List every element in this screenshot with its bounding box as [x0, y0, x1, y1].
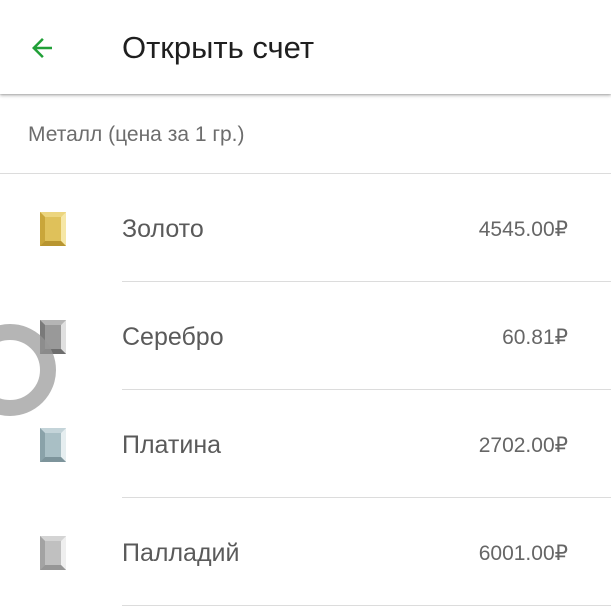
metal-price: 2702.00₽ [478, 434, 568, 457]
metal-name: Серебро [122, 323, 224, 351]
list-header: Металл (цена за 1 гр.) [28, 123, 245, 146]
palladium-bar-icon [40, 536, 66, 570]
metal-row-platinum[interactable]: Платина 2702.00₽ [0, 390, 611, 498]
metal-row-palladium[interactable]: Палладий 6001.00₽ [0, 498, 611, 606]
page-title: Открыть счет [122, 30, 315, 65]
metal-row-silver[interactable]: Серебро 60.81₽ [0, 282, 611, 390]
gold-bar-icon [40, 212, 66, 246]
row-divider [122, 605, 611, 606]
metal-name: Золото [122, 215, 204, 243]
metal-price: 60.81₽ [502, 326, 568, 349]
metal-name: Платина [122, 431, 222, 459]
arrow-left-icon [32, 38, 52, 58]
silver-bar-icon [40, 320, 66, 354]
metal-price: 6001.00₽ [478, 542, 568, 565]
metal-name: Палладий [122, 539, 240, 567]
app-bar: Открыть счет [0, 0, 611, 94]
platinum-bar-icon [40, 428, 66, 462]
metal-row-gold[interactable]: Золото 4545.00₽ [0, 174, 611, 282]
back-button[interactable] [18, 24, 66, 72]
metal-price: 4545.00₽ [478, 218, 568, 241]
